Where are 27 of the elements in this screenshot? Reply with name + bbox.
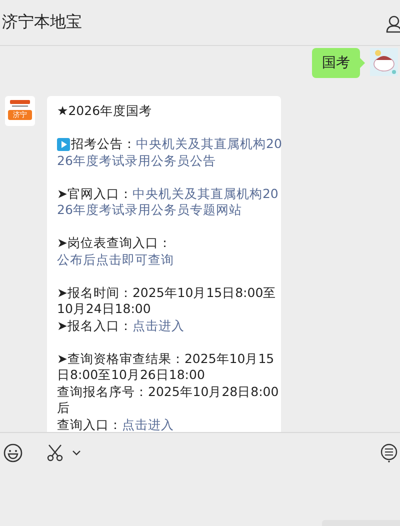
emoji-icon[interactable]: [3, 443, 23, 463]
link[interactable]: 公布后点击即可查询: [57, 252, 174, 268]
chat-title: 济宁本地宝: [2, 12, 83, 33]
link[interactable]: 26年度考试录用公务员公告: [57, 152, 216, 169]
play-icon: [57, 138, 70, 151]
link[interactable]: 中央机关及其直属机构20: [132, 186, 278, 202]
caret-icon[interactable]: [72, 450, 81, 456]
message-text: ➤官网入口：: [57, 186, 132, 202]
message-text: ➤报名入口：: [57, 318, 132, 334]
message-text: 后: [57, 400, 70, 416]
scissors-icon[interactable]: [46, 444, 64, 462]
link[interactable]: 26年度考试录用公务员专题网站: [57, 202, 242, 218]
message-text: 招考公告：: [71, 136, 136, 152]
message-text: 查询入口：: [57, 416, 122, 432]
message-text: ➤查询资格审查结果：2025年10月15: [57, 350, 274, 367]
message-text: ★2026年度国考: [57, 103, 152, 120]
message-text: 日8:00至10月26日18:00: [57, 367, 205, 384]
message-text: 查询报名序号：2025年10月28日8:00: [57, 384, 279, 400]
message-text: 10月24日18:00: [57, 301, 151, 318]
avatar[interactable]: [370, 48, 398, 76]
link[interactable]: 点击进入: [132, 318, 184, 334]
profile-icon[interactable]: [386, 14, 400, 32]
link[interactable]: 中央机关及其直属机构20: [136, 136, 282, 152]
message-text: ➤报名时间：2025年10月15日8:00至: [57, 284, 276, 301]
list-icon[interactable]: [380, 443, 398, 463]
link[interactable]: 点击进入: [122, 416, 174, 432]
message-text: ➤岗位表查询入口：: [57, 235, 172, 252]
